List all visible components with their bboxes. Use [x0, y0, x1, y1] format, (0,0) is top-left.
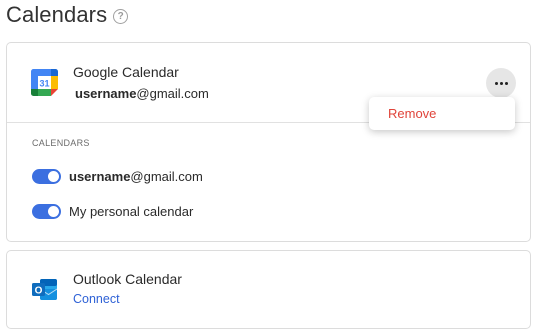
calendar-label-bold: username	[69, 168, 131, 184]
google-email-user: username	[75, 86, 137, 101]
outlook-calendar-name: Outlook Calendar	[73, 271, 182, 287]
calendar-toggle-primary[interactable]	[32, 168, 61, 184]
calendar-row: username@gmail.com	[32, 168, 203, 184]
calendar-toggle-personal[interactable]	[32, 203, 61, 219]
outlook-calendar-card: O Outlook Calendar Connect	[6, 250, 531, 329]
google-account-email: username@gmail.com	[75, 86, 209, 101]
google-calendar-logo-text: 31	[39, 79, 49, 89]
calendar-label: My personal calendar	[69, 203, 194, 219]
outlook-connect-link[interactable]: Connect	[73, 292, 120, 306]
outlook-logo-text: O	[35, 286, 43, 297]
more-options-menu: Remove	[369, 97, 515, 130]
remove-menu-item[interactable]: Remove	[388, 106, 436, 121]
page-title: Calendars	[6, 2, 108, 27]
google-email-domain: @gmail.com	[136, 86, 209, 101]
calendars-section-label: CALENDARS	[32, 138, 90, 148]
more-options-button[interactable]	[486, 68, 516, 98]
page-header: Calendars ?	[6, 2, 129, 28]
google-calendar-card: 31 Google Calendar username@gmail.com CA…	[6, 42, 531, 242]
more-horizontal-icon	[494, 81, 508, 85]
outlook-icon: O	[32, 279, 58, 300]
google-calendar-name: Google Calendar	[73, 64, 179, 80]
help-icon[interactable]: ?	[113, 8, 129, 24]
calendar-row: My personal calendar	[32, 203, 193, 219]
calendar-label-rest: @gmail.com	[130, 168, 203, 184]
calendar-label: username@gmail.com	[69, 169, 203, 184]
google-calendar-icon: 31	[31, 69, 58, 96]
